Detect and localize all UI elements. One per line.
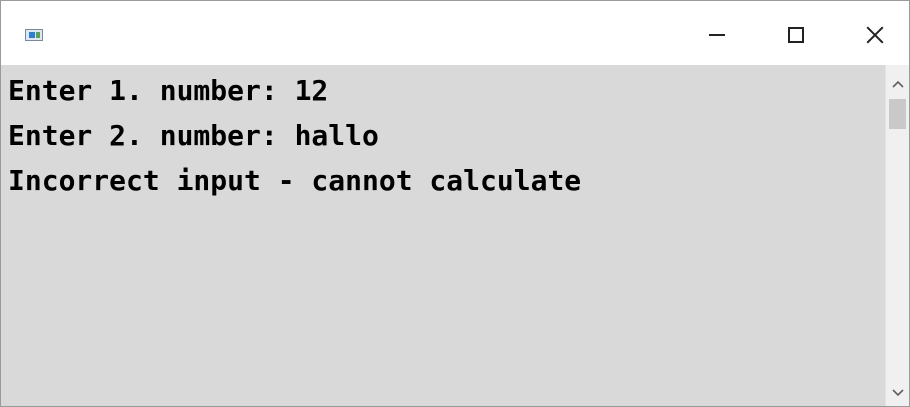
console-window: Enter 1. number: 12 Enter 2. number: hal… — [0, 0, 910, 407]
close-icon — [865, 25, 885, 45]
scroll-up-button[interactable] — [886, 73, 909, 95]
minimize-icon — [709, 34, 725, 36]
chevron-down-icon — [891, 389, 904, 397]
chevron-up-icon — [891, 80, 904, 88]
console-line: Enter 2. number: hallo — [8, 119, 379, 152]
scroll-down-button[interactable] — [886, 382, 909, 404]
console-line: Incorrect input - cannot calculate — [8, 164, 582, 197]
console-app-icon[interactable] — [25, 29, 43, 41]
scroll-thumb[interactable] — [889, 99, 906, 129]
close-button[interactable] — [852, 13, 898, 57]
app-icon-block-green — [36, 32, 40, 38]
title-bar[interactable] — [1, 1, 909, 65]
app-icon-block-blue — [29, 32, 35, 38]
minimize-button[interactable] — [694, 13, 740, 57]
vertical-scrollbar[interactable] — [885, 65, 909, 406]
maximize-button[interactable] — [773, 13, 819, 57]
console-output[interactable]: Enter 1. number: 12 Enter 2. number: hal… — [1, 65, 885, 406]
maximize-icon — [788, 27, 804, 43]
console-line: Enter 1. number: 12 — [8, 74, 329, 107]
